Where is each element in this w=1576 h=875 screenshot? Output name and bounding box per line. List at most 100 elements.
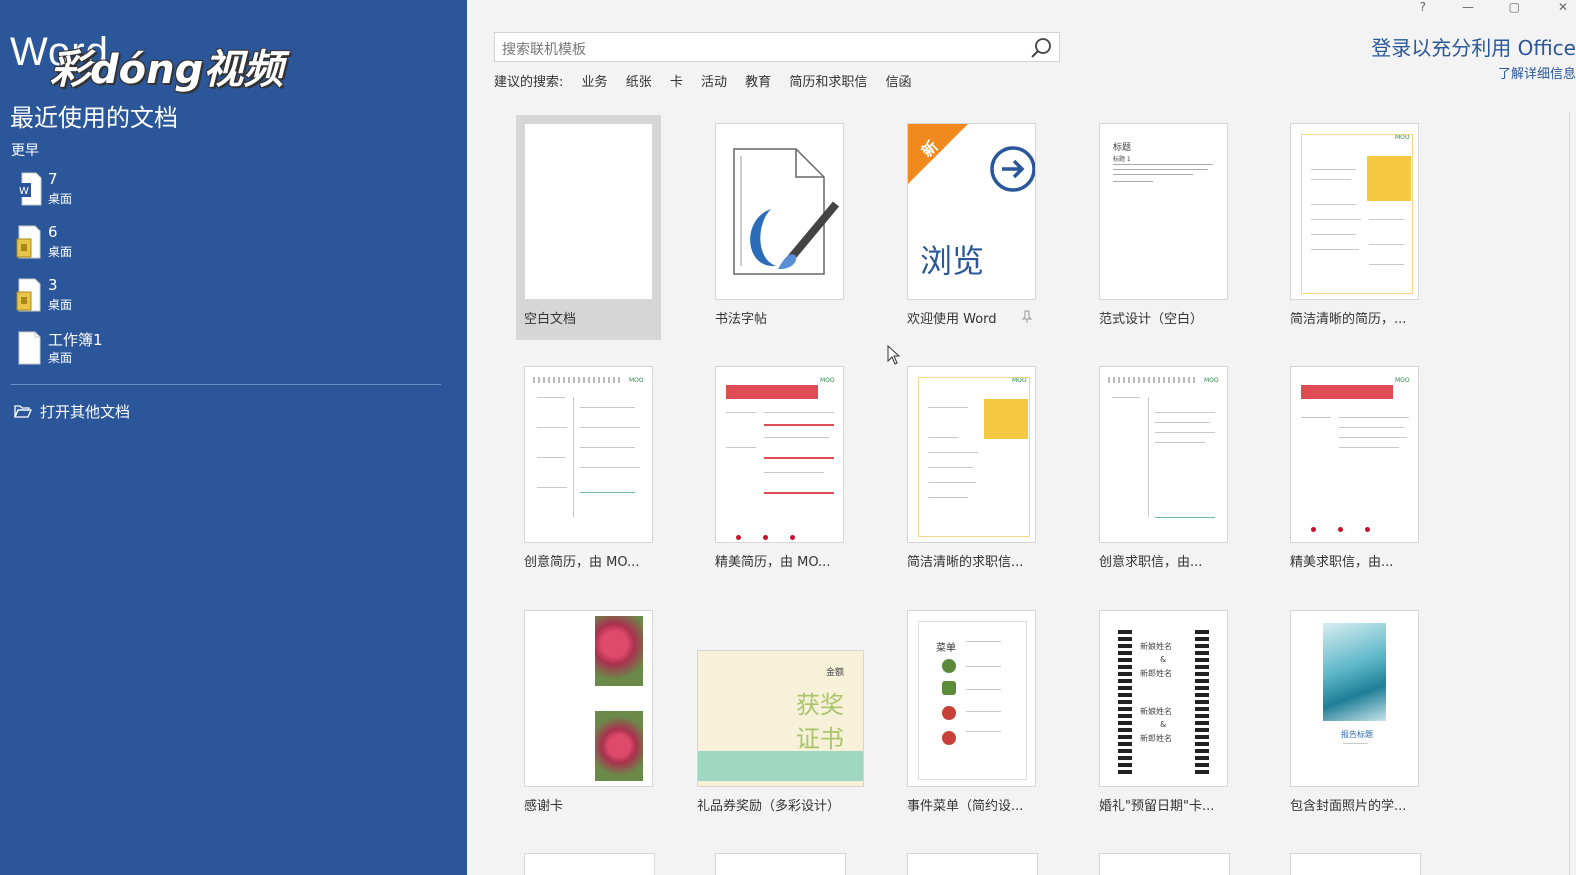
minimize-button[interactable]: — xyxy=(1462,0,1474,14)
sign-in-link[interactable]: 登录以充分利用 Office xyxy=(1371,32,1576,61)
template-welcome-word[interactable]: 新 浏览 欢迎使用 Word xyxy=(899,115,1044,340)
arrow-right-circle-icon xyxy=(990,146,1035,192)
suggested-business[interactable]: 业务 xyxy=(582,75,608,90)
recent-group-label: 更早 xyxy=(11,143,39,159)
recent-item-location: 桌面 xyxy=(48,192,73,206)
template-caption: 书法字帖 xyxy=(715,312,768,327)
vertical-scrollbar[interactable] xyxy=(1569,112,1576,875)
template-creative-resume[interactable]: MOO 创意简历，由 MO... xyxy=(516,358,661,583)
calligraphy-brush-icon xyxy=(733,148,840,275)
thumb-ampersand: & xyxy=(1160,655,1167,664)
template-caption: 简洁清晰的求职信... xyxy=(907,555,1024,570)
template-partial[interactable] xyxy=(1099,853,1230,875)
template-pane: ? — ▢ ✕ 搜索联机模板 建议的搜索: 业务 纸张 卡 活动 教育 简历和求… xyxy=(467,0,1576,875)
mouse-cursor-icon xyxy=(887,345,901,365)
flower-photo xyxy=(595,616,643,686)
suggested-paper[interactable]: 纸张 xyxy=(626,75,652,90)
template-caption: 空白文档 xyxy=(524,312,577,327)
template-caption: 包含封面照片的学... xyxy=(1290,799,1407,814)
template-thank-you-card[interactable]: 感谢卡 xyxy=(516,602,661,827)
suggested-letter[interactable]: 信函 xyxy=(885,75,911,90)
restore-button[interactable]: ▢ xyxy=(1509,0,1520,14)
recent-item-7[interactable]: W 7 桌面 xyxy=(0,168,440,221)
thumb-certificate: 证书 xyxy=(796,725,844,753)
learn-more-link[interactable]: 了解详细信息 xyxy=(1498,63,1576,82)
close-button[interactable]: ✕ xyxy=(1558,0,1568,14)
flower-photo xyxy=(595,711,643,781)
template-caption: 精美求职信，由... xyxy=(1290,555,1394,570)
thumb-bride: 新娘姓名 xyxy=(1140,707,1172,716)
locked-doc-icon xyxy=(16,225,41,259)
recent-item-name: 3 xyxy=(48,276,58,294)
open-other-label: 打开其他文档 xyxy=(40,403,131,421)
suggested-resume[interactable]: 简历和求职信 xyxy=(789,75,867,90)
svg-text:W: W xyxy=(19,186,29,197)
template-partial[interactable] xyxy=(907,853,1038,875)
template-elegant-cover-letter[interactable]: MOO 精美求职信，由... xyxy=(1282,358,1427,583)
template-thumbnail: MOO xyxy=(1290,366,1419,543)
recent-documents-title: 最近使用的文档 xyxy=(10,104,178,132)
thumb-title: 标题 xyxy=(1113,143,1132,153)
suggested-card[interactable]: 卡 xyxy=(670,75,683,90)
template-thumbnail: 金额 获奖 证书 xyxy=(697,650,864,787)
template-partial[interactable] xyxy=(1290,853,1421,875)
template-clean-cover-letter[interactable]: MOO 简洁清晰的求职信... xyxy=(899,358,1044,583)
template-partial[interactable] xyxy=(715,853,846,875)
search-icon[interactable] xyxy=(1029,36,1053,60)
template-event-menu[interactable]: 菜单 事件菜单（简约设... xyxy=(899,602,1044,827)
template-blank-document[interactable]: 空白文档 xyxy=(516,115,661,340)
recent-item-location: 桌面 xyxy=(48,245,73,259)
recent-item-name: 7 xyxy=(48,170,58,188)
moo-logo: MOO xyxy=(1395,377,1410,384)
template-student-report-cover[interactable]: 报告标题 包含封面照片的学... xyxy=(1282,602,1427,827)
template-caption: 感谢卡 xyxy=(524,799,564,814)
suggested-searches: 建议的搜索: 业务 纸张 卡 活动 教育 简历和求职信 信函 xyxy=(494,71,925,90)
template-thumbnail xyxy=(715,123,844,300)
template-thumbnail: MOO xyxy=(524,366,653,543)
template-wedding-save-the-date[interactable]: 新娘姓名 & 新郎姓名 新娘姓名 & 新郎姓名 婚礼"预留日期"卡... xyxy=(1091,602,1236,827)
template-caption: 创意简历，由 MO... xyxy=(524,555,640,570)
template-caption: 创意求职信，由... xyxy=(1099,555,1203,570)
template-calligraphy[interactable]: 书法字帖 xyxy=(707,115,852,340)
moo-logo: MOO xyxy=(629,377,644,384)
template-thumbnail: 菜单 xyxy=(907,610,1036,787)
template-caption: 精美简历，由 MO... xyxy=(715,555,831,570)
moo-logo: MOO xyxy=(1204,377,1219,384)
template-clean-resume[interactable]: MOO 简洁清晰的简历，... xyxy=(1282,115,1427,340)
template-caption: 范式设计（空白） xyxy=(1099,312,1204,327)
brand: Word 彩dóng视频 xyxy=(10,28,283,93)
pin-icon[interactable] xyxy=(1022,310,1032,324)
template-thumbnail xyxy=(524,123,653,300)
browse-label: 浏览 xyxy=(920,242,985,280)
suggested-label: 建议的搜索: xyxy=(494,75,564,90)
template-caption: 婚礼"预留日期"卡... xyxy=(1099,799,1215,814)
open-folder-icon xyxy=(14,405,32,418)
template-thumbnail: 新 浏览 xyxy=(907,123,1036,300)
recent-item-name: 工作簿1 xyxy=(48,331,103,349)
divider xyxy=(11,384,441,385)
template-creative-cover-letter[interactable]: MOO 创意求职信，由... xyxy=(1091,358,1236,583)
template-elegant-resume[interactable]: MOO 精美简历，由 MO... xyxy=(707,358,852,583)
blank-doc-icon xyxy=(18,331,41,365)
cover-photo xyxy=(1323,623,1386,721)
template-gift-certificate[interactable]: 金额 获奖 证书 礼品券奖励（多彩设计） xyxy=(689,602,864,827)
locked-doc-icon xyxy=(16,278,41,312)
thumb-ampersand: & xyxy=(1160,720,1167,729)
suggested-event[interactable]: 活动 xyxy=(701,75,727,90)
template-caption: 礼品券奖励（多彩设计） xyxy=(697,799,832,814)
word-start-screen: Word 彩dóng视频 最近使用的文档 更早 W 7 桌面 6 桌面 3 桌面… xyxy=(0,0,1576,875)
thumb-award: 获奖 xyxy=(796,691,844,719)
recent-item-3[interactable]: 3 桌面 xyxy=(0,274,440,327)
template-thumbnail: MOO xyxy=(907,366,1036,543)
moo-logo: MOO xyxy=(820,377,835,384)
recent-item-6[interactable]: 6 桌面 xyxy=(0,221,440,274)
suggested-education[interactable]: 教育 xyxy=(745,75,771,90)
template-partial[interactable] xyxy=(524,853,655,875)
template-thumbnail: 新娘姓名 & 新郎姓名 新娘姓名 & 新郎姓名 xyxy=(1099,610,1228,787)
online-template-search[interactable]: 搜索联机模板 xyxy=(494,32,1060,62)
help-button[interactable]: ? xyxy=(1420,0,1426,14)
recent-item-workbook1[interactable]: 工作簿1 桌面 xyxy=(0,327,440,380)
template-thumbnail: MOO xyxy=(1290,123,1419,300)
template-formal-design-blank[interactable]: 标题 标题 1 范式设计（空白） xyxy=(1091,115,1236,340)
template-thumbnail: MOO xyxy=(1099,366,1228,543)
